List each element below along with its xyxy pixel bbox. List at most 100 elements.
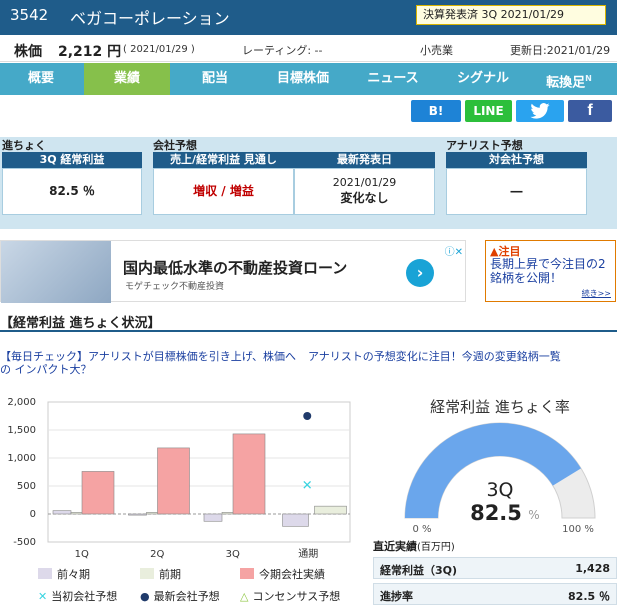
progress-chart: 2,000 1,500 1,000 500 0 -500 1Q 2Q 3Q 通期 ✕ xyxy=(0,392,360,562)
tab-signal[interactable]: シグナル xyxy=(438,63,528,95)
bar-3-0 xyxy=(282,513,309,527)
analyst-section-label: アナリスト予想 xyxy=(446,139,523,152)
ad-info-icon[interactable]: ⓘ✕ xyxy=(445,243,463,258)
y-tick-label: 0 xyxy=(30,509,36,520)
link-daily-check[interactable]: 【毎日チェック】アナリストが目標株価を引き上げ、株価への インパクト大？ xyxy=(0,350,300,376)
legend-latest-forecast-label: 最新会社予想 xyxy=(153,590,220,603)
table-row-label: 経常利益（3Q) xyxy=(380,564,458,577)
facebook-button[interactable]: f xyxy=(568,100,612,122)
notice-box[interactable]: ▲注目 長期上昇で今注目の2銘柄を公開！ 続き>> xyxy=(485,240,616,302)
analyst-head: 対会社予想 xyxy=(446,152,587,168)
dot-marker-icon: ● xyxy=(140,590,150,603)
legend-prev2-swatch xyxy=(38,568,52,579)
x-tick-label: 3Q xyxy=(226,549,240,560)
tab-results[interactable]: 業績 xyxy=(84,63,170,95)
gauge-quarter: 3Q xyxy=(486,479,513,501)
section-title: 【経常利益 進ちょく状況】 xyxy=(0,312,617,332)
bar-2-0 xyxy=(203,513,223,522)
nav-tabs: 概要 業績 配当 目標株価 ニュース シグナル 転換足N xyxy=(0,63,617,95)
latest-release-cell: 2021/01/29 変化なし xyxy=(294,168,435,215)
y-tick-label: -500 xyxy=(13,537,36,548)
recent-results-title: 直近実績(百万円) xyxy=(373,538,455,554)
price-date: ( 2021/01/29 ) xyxy=(123,44,195,55)
new-badge: N xyxy=(585,74,592,83)
link-analyst-change[interactable]: アナリストの予想変化に注目！今週の変更銘柄一覧 xyxy=(308,350,608,363)
table-row-value: 82.5 ％ xyxy=(568,590,610,603)
notice-more-link[interactable]: 続き>> xyxy=(582,288,611,299)
ad-photo xyxy=(1,241,111,303)
progress-value: 82.5 ％ xyxy=(2,168,142,215)
x-tick-label: 通期 xyxy=(298,548,318,560)
price-label: 株価 xyxy=(14,44,42,60)
x-tick-label: 1Q xyxy=(75,549,89,560)
bar-3-1 xyxy=(314,505,347,515)
latest-release-change: 変化なし xyxy=(340,191,389,205)
stock-code: 3542 xyxy=(10,6,49,24)
updated-date: 更新日:2021/01/29 xyxy=(510,44,611,57)
earnings-status-badge[interactable]: 決算発表済 3Q 2021/01/29 xyxy=(416,5,606,25)
hatena-button[interactable]: B! xyxy=(411,100,461,122)
legend-latest-forecast: ● 最新会社予想 xyxy=(140,588,220,604)
tab-tenkanashi-label: 転換足 xyxy=(546,75,586,91)
gauge-unit: % xyxy=(528,508,539,522)
table-row-label: 進捗率 xyxy=(380,590,413,603)
gauge-max-label: 100 % xyxy=(562,524,594,535)
tab-dividend[interactable]: 配当 xyxy=(172,63,258,95)
marker-latest-forecast xyxy=(303,412,312,420)
legend-prev: 前期 xyxy=(140,566,181,582)
ad-go-button[interactable]: › xyxy=(406,259,434,287)
table-row: 経常利益（3Q) 1,428 xyxy=(373,557,617,579)
recent-results-unit: (百万円) xyxy=(417,542,455,553)
y-tick-label: 1,500 xyxy=(7,425,36,436)
tab-tenkanashi[interactable]: 転換足N xyxy=(528,63,610,95)
company-forecast-head: 売上/経常利益 見通し xyxy=(153,152,294,168)
progress-section-label: 進ちょく xyxy=(2,139,46,152)
legend-consensus: △ コンセンサス予想 xyxy=(240,588,340,604)
bar-0-2 xyxy=(81,471,115,515)
bar-0-0 xyxy=(52,510,72,515)
legend-prev-label: 前期 xyxy=(159,568,181,581)
latest-release-date: 2021/01/29 xyxy=(332,176,397,189)
recent-results-title-text: 直近実績 xyxy=(373,540,417,553)
y-tick-label: 1,000 xyxy=(7,453,36,464)
legend-prev2-label: 前々期 xyxy=(57,568,90,581)
triangle-marker-icon: △ xyxy=(240,590,249,603)
header-bar: 3542 ベガコーポレーション 決算発表済 3Q 2021/01/29 xyxy=(0,0,617,35)
legend-consensus-label: コンセンサス予想 xyxy=(252,590,341,603)
ad-banner[interactable]: 国内最低水準の不動産投資ローン モゲチェック不動産投資 › ⓘ✕ xyxy=(0,240,466,303)
legend-current-swatch xyxy=(240,568,254,579)
industry[interactable]: 小売業 xyxy=(420,42,453,58)
analyst-value: ― xyxy=(446,168,587,215)
notice-text[interactable]: 長期上昇で今注目の2銘柄を公開！ xyxy=(490,257,614,285)
x-tick-label: 2Q xyxy=(150,549,164,560)
bar-1-0 xyxy=(128,513,147,516)
legend-initial-forecast: ✕ 当初会社予想 xyxy=(38,588,117,604)
bar-2-2 xyxy=(232,433,266,515)
marker-initial-forecast: ✕ xyxy=(302,478,313,493)
progress-chart-svg: 2,000 1,500 1,000 500 0 -500 1Q 2Q 3Q 通期 ✕ xyxy=(7,397,351,560)
price-value: 2,212 円 xyxy=(58,44,122,60)
bar-1-2 xyxy=(157,447,190,515)
gauge-title: 経常利益 進ちょく率 xyxy=(430,398,570,416)
legend-current: 今期会社実績 xyxy=(240,566,325,582)
table-row: 進捗率 82.5 ％ xyxy=(373,583,617,605)
progress-head: 3Q 経常利益 xyxy=(2,152,142,168)
tab-overview[interactable]: 概要 xyxy=(0,63,82,95)
company-name: ベガコーポレーション xyxy=(70,9,230,28)
company-forecast-value: 増収 / 増益 xyxy=(153,168,294,215)
ad-title: 国内最低水準の不動産投資ローン xyxy=(123,259,348,277)
legend-prev2: 前々期 xyxy=(38,566,90,582)
twitter-button[interactable] xyxy=(516,100,564,122)
table-row-value: 1,428 xyxy=(575,562,610,575)
y-tick-label: 500 xyxy=(17,481,36,492)
tab-news[interactable]: ニュース xyxy=(348,63,438,95)
gauge-min-label: 0 % xyxy=(412,524,431,535)
line-button[interactable]: LINE xyxy=(465,100,512,122)
legend-initial-forecast-label: 当初会社予想 xyxy=(51,590,118,603)
progress-gauge: 3Q82.5 % 0 % 100 % xyxy=(404,422,596,535)
company-forecast-section-label: 会社予想 xyxy=(153,139,197,152)
gauge-value: 82.5 xyxy=(470,501,522,525)
x-marker-icon: ✕ xyxy=(38,590,48,603)
rating: レーティング: -- xyxy=(242,44,323,57)
tab-target-price[interactable]: 目標株価 xyxy=(258,63,348,95)
